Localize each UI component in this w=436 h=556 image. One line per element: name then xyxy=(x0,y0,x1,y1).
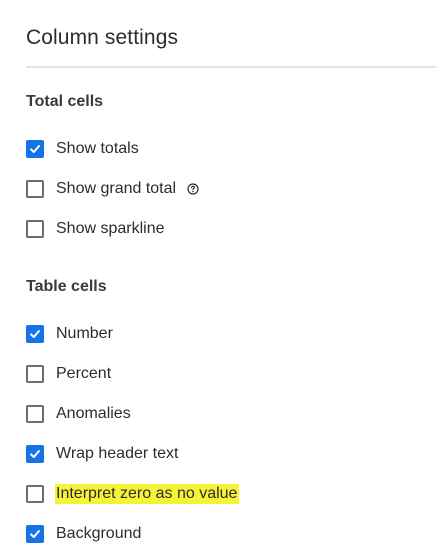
show-grand-total-label: Show grand total xyxy=(56,180,177,197)
option-show-sparkline[interactable]: Show sparkline xyxy=(26,218,165,240)
wrap-header-text-label: Wrap header text xyxy=(56,445,179,462)
background-label: Background xyxy=(56,525,142,542)
checkmark-icon xyxy=(30,145,40,153)
option-anomalies[interactable]: Anomalies xyxy=(26,403,131,425)
panel-title: Column settings xyxy=(26,26,179,49)
show-totals-label: Show totals xyxy=(56,140,139,157)
option-number[interactable]: Number xyxy=(26,323,113,345)
wrap-header-text-checkbox[interactable] xyxy=(26,445,44,463)
option-show-grand-total[interactable]: Show grand total xyxy=(26,178,199,200)
column-settings-panel: Column settings Total cells Show totals … xyxy=(0,0,436,556)
checkmark-icon xyxy=(30,450,40,458)
background-checkbox[interactable] xyxy=(26,525,44,543)
info-icon[interactable] xyxy=(187,183,199,195)
anomalies-label: Anomalies xyxy=(56,405,131,422)
option-wrap-header-text[interactable]: Wrap header text xyxy=(26,443,178,465)
option-background[interactable]: Background xyxy=(26,523,141,545)
show-sparkline-label: Show sparkline xyxy=(56,220,165,237)
option-show-totals[interactable]: Show totals xyxy=(26,138,139,160)
checkmark-icon xyxy=(30,330,40,338)
checkmark-icon xyxy=(30,530,40,538)
section-heading-table-cells: Table cells xyxy=(26,278,107,295)
option-percent[interactable]: Percent xyxy=(26,363,111,385)
number-label: Number xyxy=(56,325,113,342)
title-divider xyxy=(26,66,436,68)
interpret-zero-label: Interpret zero as no value xyxy=(55,484,240,504)
number-checkbox[interactable] xyxy=(26,325,44,343)
anomalies-checkbox[interactable] xyxy=(26,405,44,423)
percent-label: Percent xyxy=(56,365,112,382)
show-totals-checkbox[interactable] xyxy=(26,140,44,158)
percent-checkbox[interactable] xyxy=(26,365,44,383)
show-grand-total-checkbox[interactable] xyxy=(26,180,44,198)
interpret-zero-checkbox[interactable] xyxy=(26,485,44,503)
option-interpret-zero-as-no-value[interactable]: Interpret zero as no value xyxy=(26,483,240,505)
show-sparkline-checkbox[interactable] xyxy=(26,220,44,238)
section-heading-total-cells: Total cells xyxy=(26,93,104,110)
